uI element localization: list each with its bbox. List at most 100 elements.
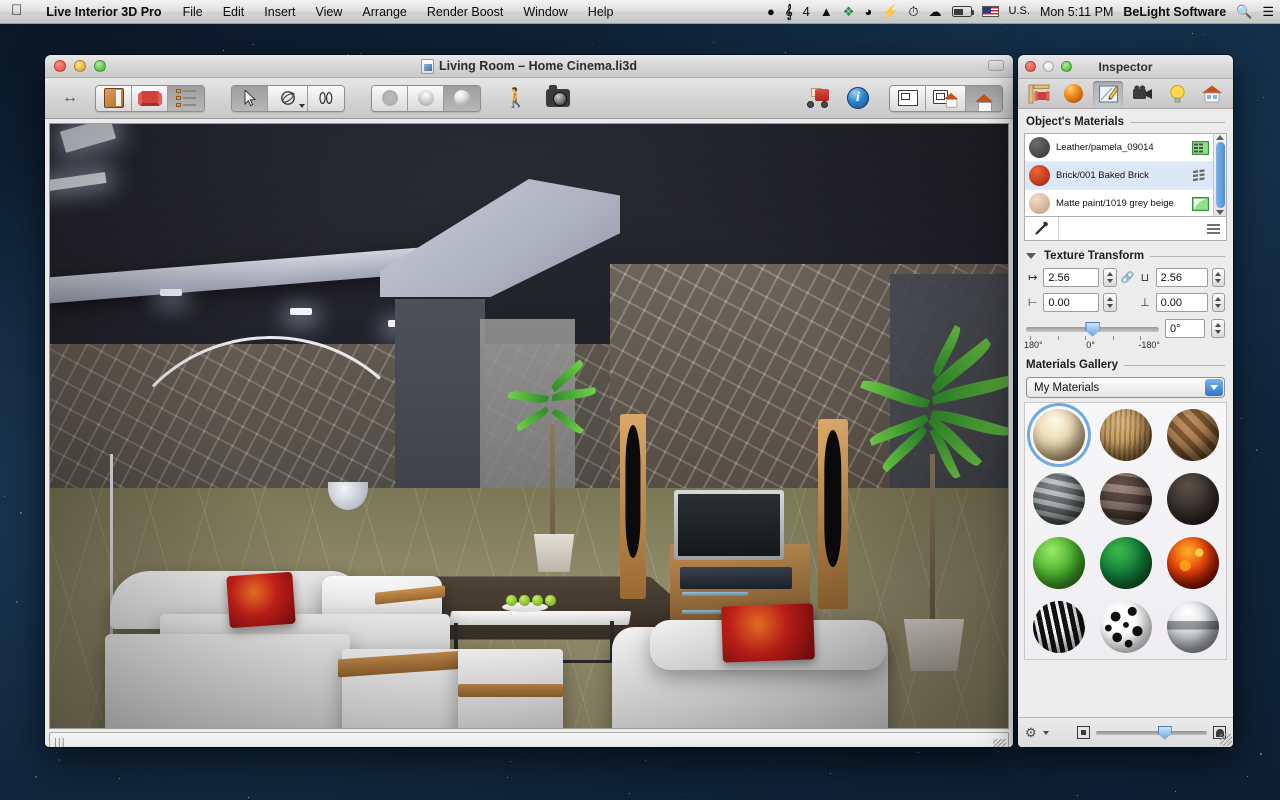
split-view-button[interactable] — [926, 86, 966, 111]
move-tool[interactable]: ↔ — [55, 89, 85, 107]
shaded-render-tool[interactable] — [408, 86, 444, 111]
menu-item-help[interactable]: Help — [578, 5, 624, 19]
menu-item-arrange[interactable]: Arrange — [352, 5, 416, 19]
cabinet-tool[interactable] — [96, 86, 132, 111]
info-button[interactable]: i — [843, 87, 873, 109]
material-swatch-cow-spots[interactable] — [1097, 598, 1155, 656]
material-row-brick[interactable]: Brick/001 Baked Brick — [1025, 162, 1213, 190]
material-swatch-oak-wood[interactable] — [1097, 406, 1155, 464]
scroll-thumb[interactable] — [1216, 142, 1225, 208]
apple-logo-icon[interactable]:  — [0, 3, 35, 18]
menu-item-file[interactable]: File — [173, 5, 213, 19]
objects-materials-list[interactable]: Leather/pamela_09014 Brick/001 Baked Bri… — [1024, 133, 1227, 217]
flat-render-tool[interactable] — [372, 86, 408, 111]
glossy-render-tool[interactable] — [444, 86, 480, 111]
small-thumbnail-icon[interactable] — [1077, 726, 1090, 739]
material-swatch-fire-texture[interactable] — [1164, 534, 1222, 592]
chevron-down-icon[interactable] — [1205, 379, 1223, 396]
toolbar-toggle-button[interactable] — [988, 60, 1004, 71]
3d-view-button[interactable] — [966, 86, 1002, 111]
material-swatch-light-wood-planks[interactable] — [1030, 406, 1088, 464]
material-swatch-stone-brick[interactable] — [1030, 470, 1088, 528]
rotation-slider[interactable] — [1026, 321, 1159, 337]
light-tab[interactable] — [1162, 81, 1192, 107]
flash-icon[interactable]: ⚡ — [882, 5, 898, 18]
material-swatch-dark-green-gloss[interactable] — [1097, 534, 1155, 592]
slider-knob[interactable] — [1158, 726, 1172, 740]
collection-dropdown[interactable]: My Materials — [1026, 377, 1225, 398]
texture-offset-x-stepper[interactable] — [1103, 293, 1116, 312]
object-tab[interactable] — [1024, 81, 1054, 107]
camera-tab[interactable] — [1128, 81, 1158, 107]
floorplan-view-button[interactable] — [890, 86, 926, 111]
inspector-resize-handle[interactable] — [1220, 734, 1232, 746]
dropbox-icon[interactable]: ❖ — [843, 5, 855, 18]
thumbnail-size-slider[interactable] — [1096, 725, 1207, 741]
inspector-titlebar[interactable]: Inspector — [1018, 55, 1233, 79]
building-tab[interactable] — [1197, 81, 1227, 107]
texture-width-stepper[interactable] — [1103, 268, 1116, 287]
material-swatch-zebra-fur[interactable] — [1030, 598, 1088, 656]
shield-icon[interactable]: ● — [767, 5, 775, 18]
search-icon[interactable]: 🔍 — [1236, 5, 1252, 18]
edit-tab[interactable] — [1093, 81, 1123, 107]
adobe-icon[interactable]: 𝄞 — [785, 5, 793, 18]
arrow-select-tool[interactable] — [232, 86, 268, 111]
camera-button[interactable] — [543, 89, 573, 107]
material-swatch-wood-parquet[interactable] — [1164, 406, 1222, 464]
furniture-tool[interactable] — [132, 86, 168, 111]
materials-gallery-grid[interactable] — [1024, 402, 1227, 660]
material-row-matte-paint[interactable]: Matte paint/1019 grey beige — [1025, 190, 1213, 216]
input-source-label[interactable]: U.S. — [1009, 6, 1030, 17]
walkthrough-button[interactable]: 🚶 — [501, 89, 531, 108]
rotation-stepper[interactable] — [1211, 319, 1225, 338]
menu-item-insert[interactable]: Insert — [254, 5, 305, 19]
texture-height-stepper[interactable] — [1212, 268, 1225, 287]
material-tab[interactable] — [1059, 81, 1089, 107]
texture-height-input[interactable]: 2.56 — [1156, 268, 1208, 287]
material-swatch-black-leather[interactable] — [1164, 470, 1222, 528]
texture-offset-y-stepper[interactable] — [1212, 293, 1225, 312]
battery-icon[interactable] — [952, 6, 972, 17]
link-chain-icon[interactable]: 🔗 — [1121, 271, 1135, 284]
texture-offset-y-input[interactable]: 0.00 — [1156, 293, 1208, 312]
texture-width-input[interactable]: 2.56 — [1043, 268, 1099, 287]
window-resize-handle[interactable] — [993, 739, 1006, 747]
google-drive-icon[interactable]: ▲ — [820, 5, 833, 18]
gear-menu-icon[interactable]: ⚙ — [1025, 725, 1037, 741]
material-swatch-dark-brick[interactable] — [1097, 470, 1155, 528]
evernote-icon[interactable]: ◕ — [864, 5, 872, 18]
list-menu-icon[interactable] — [1207, 224, 1220, 234]
material-swatch-chrome-metal[interactable] — [1164, 598, 1222, 656]
menu-item-window[interactable]: Window — [513, 5, 577, 19]
render-boost-button[interactable] — [803, 88, 833, 108]
scroll-up-arrow[interactable] — [1216, 135, 1224, 140]
object-list-tool[interactable] — [168, 86, 204, 111]
time-machine-icon[interactable]: ⏱ — [908, 5, 918, 18]
window-titlebar[interactable]: Living Room – Home Cinema.li3d — [45, 55, 1013, 78]
scroll-down-arrow[interactable] — [1216, 210, 1224, 215]
material-row-leather[interactable]: Leather/pamela_09014 — [1025, 134, 1213, 162]
slider-knob[interactable] — [1085, 322, 1100, 337]
wifi-icon[interactable]: ☁ — [929, 5, 942, 18]
statusbar-grip[interactable]: ||| — [54, 737, 66, 747]
notification-center-icon[interactable]: ☰ — [1262, 5, 1274, 18]
gear-menu-chevron-icon[interactable] — [1043, 731, 1049, 735]
menu-item-view[interactable]: View — [306, 5, 353, 19]
eyedropper-button[interactable] — [1025, 217, 1059, 240]
walk-tool[interactable] — [308, 86, 344, 111]
texture-transform-header[interactable]: Texture Transform — [1018, 241, 1233, 265]
menu-app-name[interactable]: Live Interior 3D Pro — [35, 5, 172, 19]
menu-item-edit[interactable]: Edit — [213, 5, 255, 19]
menubar-user[interactable]: BeLight Software — [1123, 5, 1226, 19]
material-swatch-light-green-gloss[interactable] — [1030, 534, 1088, 592]
rotation-input[interactable]: 0° — [1165, 319, 1205, 338]
3d-viewport[interactable] — [49, 123, 1009, 729]
texture-offset-x-input[interactable]: 0.00 — [1043, 293, 1099, 312]
input-flag-icon[interactable] — [982, 6, 999, 17]
menubar-clock[interactable]: Mon 5:11 PM — [1040, 5, 1113, 19]
orbit-tool[interactable] — [268, 86, 308, 111]
menu-item-render-boost[interactable]: Render Boost — [417, 5, 513, 19]
materials-scrollbar[interactable] — [1213, 134, 1226, 216]
disclosure-triangle-icon[interactable] — [1026, 253, 1036, 259]
